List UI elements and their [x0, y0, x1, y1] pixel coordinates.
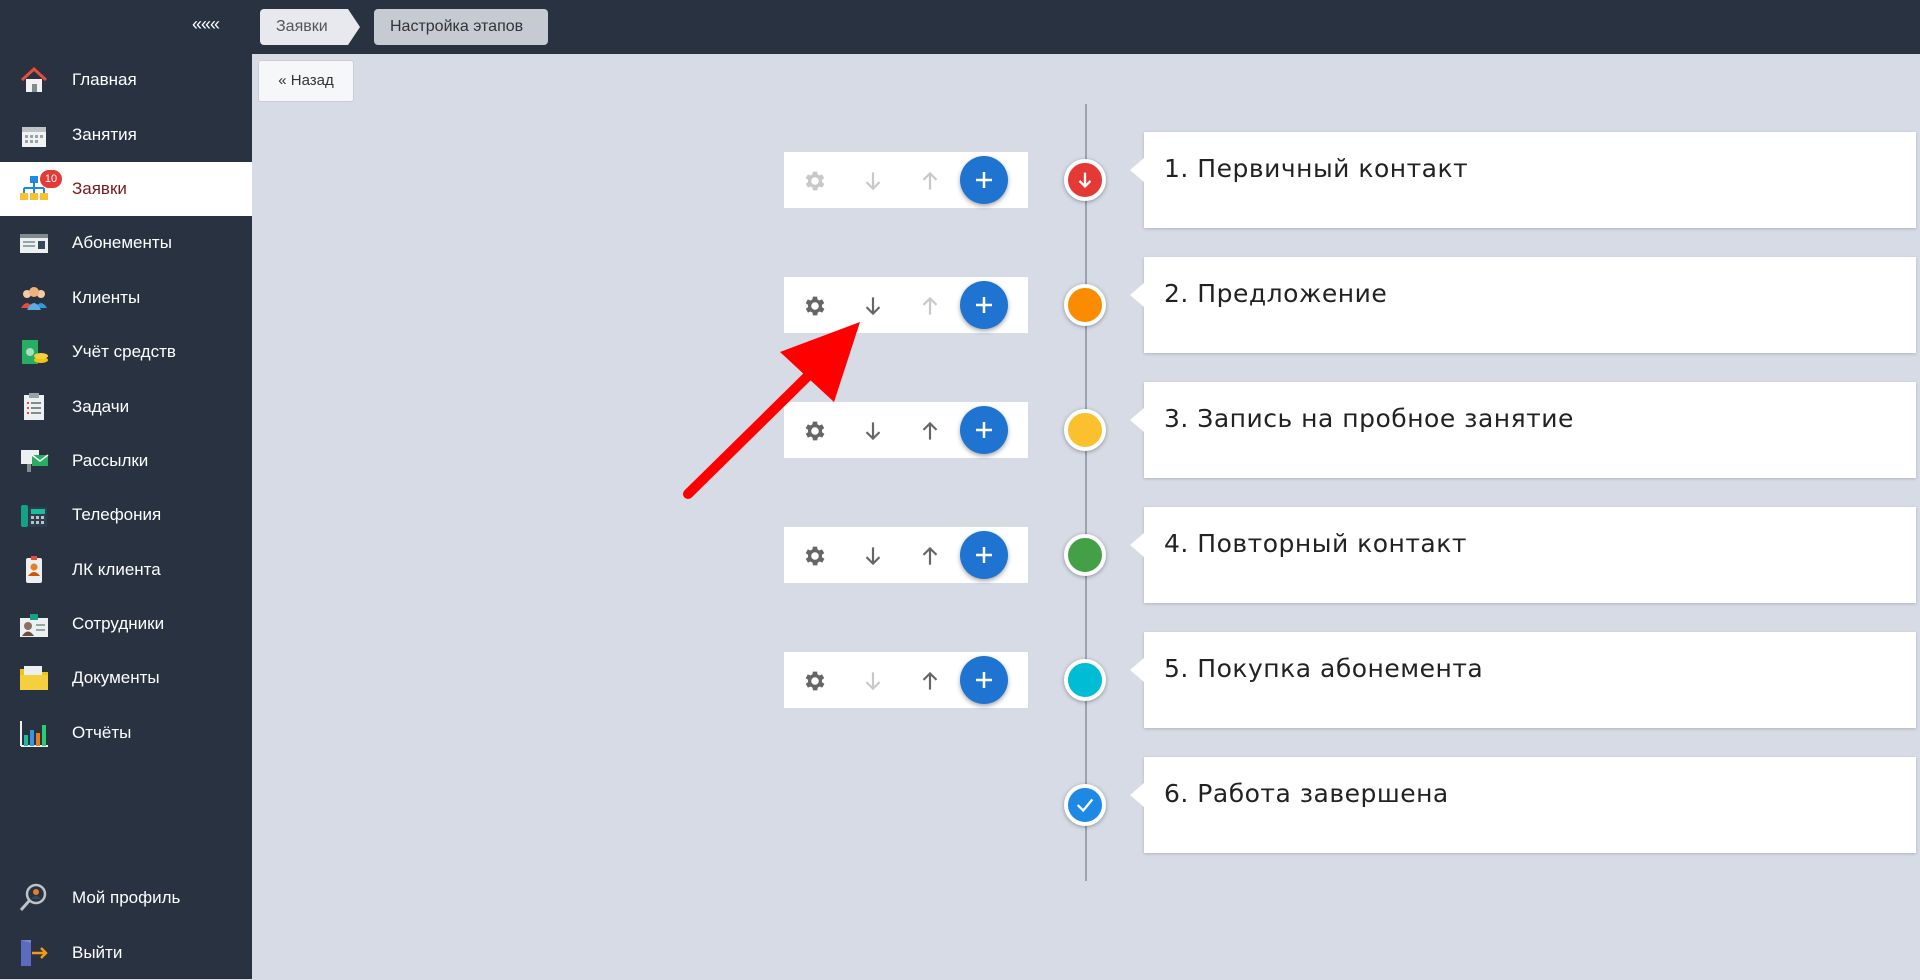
plus-icon [976, 547, 992, 563]
profile-icon [19, 883, 47, 912]
stage-color-marker[interactable] [1064, 409, 1106, 451]
stage-card[interactable]: 5. Покупка абонемента [1130, 632, 1916, 728]
stage-color-marker[interactable] [1064, 534, 1106, 576]
move-down-icon[interactable] [860, 293, 886, 319]
move-up-icon[interactable] [917, 293, 943, 319]
plus-icon [976, 297, 992, 313]
stage-controls [784, 152, 1028, 208]
plus-icon [976, 172, 992, 188]
gear-icon[interactable] [802, 293, 828, 319]
stage-title: 2. Предложение [1164, 279, 1388, 308]
stage-row: 1. Первичный контакт [0, 132, 1920, 232]
sidebar-item-profile[interactable]: Мой профиль [0, 871, 252, 925]
stage-card[interactable]: 1. Первичный контакт [1130, 132, 1916, 228]
stage-controls [784, 527, 1028, 583]
stage-controls [784, 277, 1028, 333]
breadcrumb-requests[interactable]: Заявки [260, 9, 348, 45]
stage-card[interactable]: 6. Работа завершена [1130, 757, 1916, 853]
sidebar-item-logout[interactable]: Выйти [0, 925, 252, 979]
sidebar-bottom-navigation: Мой профиль Выйти [0, 871, 252, 980]
stage-title: 6. Работа завершена [1164, 779, 1449, 808]
gear-icon[interactable] [802, 418, 828, 444]
stage-row: 6. Работа завершена [0, 757, 1920, 857]
stage-controls [784, 652, 1028, 708]
add-stage-button[interactable] [960, 406, 1008, 454]
stage-card[interactable]: 4. Повторный контакт [1130, 507, 1916, 603]
plus-icon [976, 672, 992, 688]
move-down-icon[interactable] [860, 668, 886, 694]
gear-icon[interactable] [802, 543, 828, 569]
add-stage-button[interactable] [960, 156, 1008, 204]
membership-card-icon [20, 234, 48, 254]
sidebar-item-label: Главная [72, 70, 137, 90]
sidebar-item-home[interactable]: Главная [0, 53, 252, 107]
stage-title: 4. Повторный контакт [1164, 529, 1467, 558]
breadcrumb-separator [348, 9, 360, 45]
stage-row: 2. Предложение [0, 257, 1920, 357]
plus-icon [976, 422, 992, 438]
move-up-icon[interactable] [917, 418, 943, 444]
stage-title: 5. Покупка абонемента [1164, 654, 1484, 683]
stage-row: 3. Запись на пробное занятие [0, 382, 1920, 482]
move-up-icon[interactable] [917, 543, 943, 569]
stage-color-marker[interactable] [1064, 784, 1106, 826]
move-up-icon[interactable] [917, 168, 943, 194]
add-stage-button[interactable] [960, 656, 1008, 704]
stage-row: 5. Покупка абонемента [0, 632, 1920, 732]
gear-icon[interactable] [802, 168, 828, 194]
stage-title: 3. Запись на пробное занятие [1164, 404, 1574, 433]
stage-color-marker[interactable] [1064, 159, 1106, 201]
back-button[interactable]: « Назад [258, 60, 354, 102]
move-down-icon[interactable] [860, 168, 886, 194]
stage-color-marker[interactable] [1064, 284, 1106, 326]
stage-card[interactable]: 3. Запись на пробное занятие [1130, 382, 1916, 478]
check-icon [1076, 798, 1094, 813]
stage-card[interactable]: 2. Предложение [1130, 257, 1916, 353]
breadcrumb-stage-settings[interactable]: Настройка этапов [374, 9, 548, 45]
sidebar-item-label: Мой профиль [72, 888, 181, 908]
move-up-icon[interactable] [917, 668, 943, 694]
move-down-icon[interactable] [860, 543, 886, 569]
home-icon [20, 67, 48, 93]
logout-icon [21, 939, 48, 966]
gear-icon[interactable] [802, 668, 828, 694]
add-stage-button[interactable] [960, 281, 1008, 329]
sidebar-item-label: Абонементы [72, 233, 172, 253]
stage-controls [784, 402, 1028, 458]
sidebar-item-label: Выйти [72, 942, 123, 962]
stage-color-marker[interactable] [1064, 659, 1106, 701]
stage-row: 4. Повторный контакт [0, 507, 1920, 607]
add-stage-button[interactable] [960, 531, 1008, 579]
move-down-icon[interactable] [860, 418, 886, 444]
down-arrow-icon [1078, 172, 1092, 189]
collapse-sidebar-button[interactable]: ««« [192, 14, 220, 35]
stage-title: 1. Первичный контакт [1164, 154, 1469, 183]
